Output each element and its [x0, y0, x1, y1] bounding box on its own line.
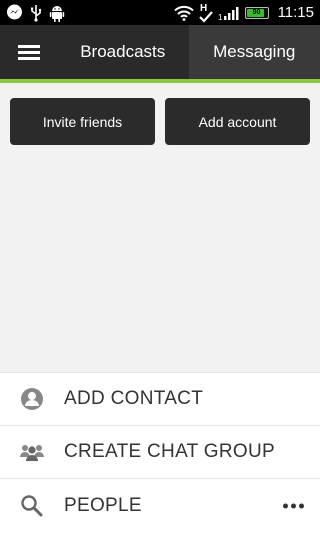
person-icon — [0, 387, 64, 411]
usb-icon — [29, 4, 43, 22]
android-debug-icon — [49, 4, 65, 22]
bottom-menu: ADD CONTACT CREATE CHAT GROUP PEOPLE — [0, 372, 320, 534]
navigation-menu-button[interactable] — [0, 25, 57, 79]
network-h-icon: H — [199, 2, 213, 24]
wifi-icon — [174, 5, 194, 21]
overflow-menu-icon[interactable] — [283, 503, 304, 508]
tab-messaging[interactable]: Messaging — [189, 25, 320, 79]
menu-item-people[interactable]: PEOPLE — [0, 479, 320, 532]
invite-friends-button[interactable]: Invite friends — [10, 98, 155, 145]
clock: 11:15 — [278, 4, 314, 21]
account-actions: Invite friends Add account — [10, 98, 310, 145]
signal-icon: 1 — [218, 5, 240, 21]
menu-item-label: ADD CONTACT — [64, 388, 203, 410]
hamburger-menu-icon — [18, 42, 40, 63]
status-bar: H 1 90 11:15 — [0, 0, 320, 25]
menu-item-create-chat-group[interactable]: CREATE CHAT GROUP — [0, 426, 320, 479]
svg-text:H: H — [200, 3, 207, 14]
search-icon — [0, 494, 64, 518]
svg-text:1: 1 — [218, 13, 223, 21]
menu-item-label: PEOPLE — [64, 495, 142, 517]
battery-icon: 90 — [245, 7, 269, 19]
messenger-icon — [6, 4, 23, 21]
tab-broadcasts[interactable]: Broadcasts — [57, 25, 189, 79]
group-icon — [0, 442, 64, 462]
menu-item-add-contact[interactable]: ADD CONTACT — [0, 373, 320, 426]
battery-level: 90 — [253, 9, 261, 16]
menu-item-label: CREATE CHAT GROUP — [64, 441, 275, 463]
add-account-button[interactable]: Add account — [165, 98, 310, 145]
action-bar: Broadcasts Messaging — [0, 25, 320, 83]
